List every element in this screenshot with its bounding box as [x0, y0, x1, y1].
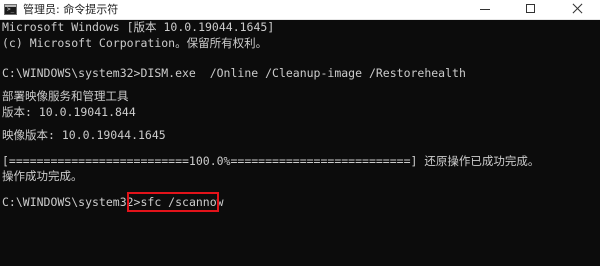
console-line: 操作成功完成。: [2, 169, 83, 183]
current-command: sfc /scannow: [140, 195, 224, 209]
minimize-button[interactable]: [462, 0, 508, 19]
cmd-icon: >_: [4, 4, 17, 15]
console-line: 映像版本: 10.0.19044.1645: [2, 128, 166, 142]
command-line[interactable]: C:\WINDOWS\system32>sfc /scannow: [2, 194, 224, 210]
prompt-glyph: >_: [7, 6, 15, 13]
minimize-icon: [480, 9, 490, 10]
close-button[interactable]: [554, 0, 600, 19]
console-line: Microsoft Windows [版本 10.0.19044.1645]: [2, 20, 275, 34]
title-bar[interactable]: >_ 管理员: 命令提示符: [0, 0, 600, 20]
window-title: 管理员: 命令提示符: [23, 3, 119, 16]
console-line: 部署映像服务和管理工具: [2, 89, 129, 103]
maximize-button[interactable]: [508, 0, 554, 19]
close-icon: [571, 2, 583, 16]
console-line: C:\WINDOWS\system32>DISM.exe /Online /Cl…: [2, 66, 466, 80]
maximize-icon: [526, 4, 535, 13]
prompt-text: C:\WINDOWS\system32>: [2, 195, 141, 209]
console-output[interactable]: Microsoft Windows [版本 10.0.19044.1645] (…: [0, 20, 600, 266]
console-line: [==========================100.0%=======…: [2, 154, 540, 168]
console-line: (c) Microsoft Corporation。保留所有权利。: [2, 36, 268, 50]
command-prompt-window: >_ 管理员: 命令提示符 Microsoft Windows [版本 10.0…: [0, 0, 600, 266]
console-line: 版本: 10.0.19041.844: [2, 105, 136, 119]
